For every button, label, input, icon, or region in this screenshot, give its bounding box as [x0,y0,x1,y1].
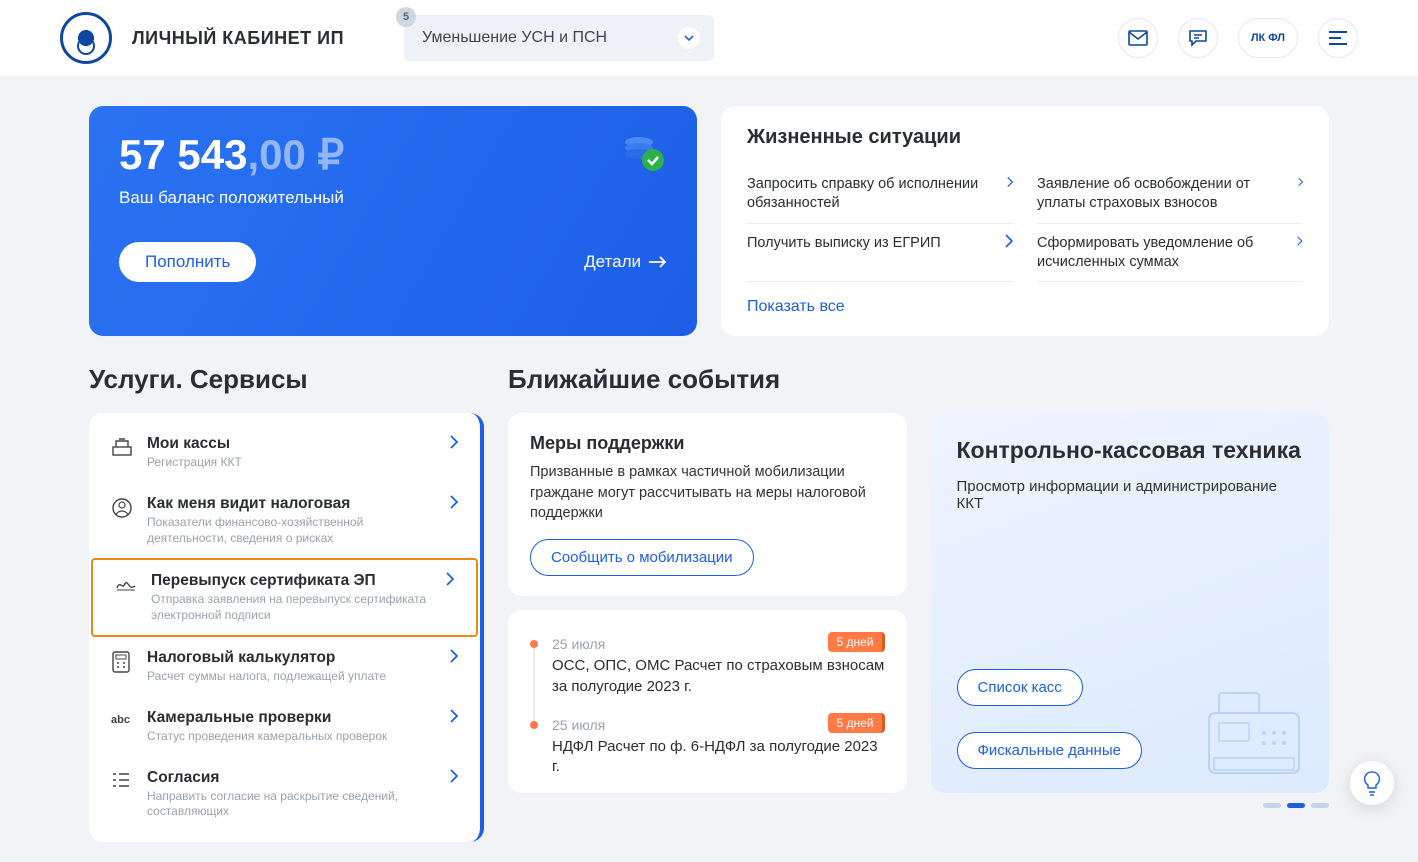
coins-icon [621,128,669,181]
chevron-right-icon [450,649,458,663]
chat-button[interactable] [1178,18,1218,58]
services-heading: Услуги. Сервисы [89,364,484,395]
carousel-pager [931,803,1330,808]
header: ЛИЧНЫЙ КАБИНЕТ ИП 5 Уменьшение УСН и ПСН… [0,0,1418,76]
balance-status: Ваш баланс положительный [119,188,667,208]
timeline-item[interactable]: 25 июля ОСС, ОПС, ОМС Расчет по страховы… [530,626,885,707]
svg-text:abc: abc [111,714,130,726]
kkt-card: Контрольно-кассовая техника Просмотр инф… [931,413,1330,793]
kkt-title: Контрольно-кассовая техника [957,437,1304,464]
chevron-right-icon [1298,175,1303,189]
balance-card: 57 543,00 ₽ Ваш баланс положительный Поп… [89,106,697,336]
app-title: ЛИЧНЫЙ КАБИНЕТ ИП [132,28,344,49]
measures-card: Меры поддержки Призванные в рамках части… [508,413,907,596]
service-perevypusk-sertifikata[interactable]: Перевыпуск сертификата ЭПОтправка заявле… [91,558,478,637]
kkt-illustration [1189,673,1319,783]
top-dropdown[interactable]: 5 Уменьшение УСН и ПСН [404,15,714,61]
menu-icon [1329,31,1347,45]
details-link[interactable]: Детали [584,252,667,272]
kkt-text: Просмотр информации и администрирование … [957,478,1304,623]
dropdown-badge: 5 [396,7,416,27]
pager-dot[interactable] [1311,803,1329,808]
service-kameralnye-proverki[interactable]: abc Камеральные проверкиСтатус проведени… [89,697,480,757]
chevron-right-icon [450,495,458,509]
measures-text: Призванные в рамках частичной мобилизаци… [530,462,885,523]
kkt-fiscal-button[interactable]: Фискальные данные [957,732,1142,769]
lk-fl-button[interactable]: ЛК ФЛ [1238,18,1298,58]
mail-button[interactable] [1118,18,1158,58]
situations-card: Жизненные ситуации Запросить справку об … [721,106,1329,336]
arrow-right-icon [649,256,667,268]
services-card: Мои кассыРегистрация ККТ Как меня видит … [89,413,484,841]
chat-icon [1188,29,1208,47]
service-moi-kassy[interactable]: Мои кассыРегистрация ККТ [89,423,480,483]
lightbulb-icon [1361,770,1383,796]
service-soglasiya[interactable]: СогласияНаправить согласие на раскрытие … [89,757,480,832]
topup-button[interactable]: Пополнить [119,242,256,282]
service-kak-vidit-nalogovaya[interactable]: Как меня видит налоговаяПоказатели финан… [89,483,480,558]
pager-dot[interactable] [1287,803,1305,808]
chevron-down-icon [678,27,700,49]
cash-register-icon [111,437,133,462]
timeline-dot [530,640,538,648]
events-heading: Ближайшие события [508,364,1329,395]
dropdown-label: Уменьшение УСН и ПСН [422,29,607,46]
calculator-icon [111,651,133,678]
mail-icon [1128,30,1148,46]
timeline-card: 25 июля ОСС, ОПС, ОМС Расчет по страховы… [508,610,907,793]
balance-amount: 57 543,00 ₽ [119,132,667,178]
timeline-item[interactable]: 25 июля НДФЛ Расчет по ф. 6-НДФЛ за полу… [530,707,885,788]
signature-icon [115,574,137,597]
situation-item[interactable]: Сформировать уведомление об исчисленных … [1037,224,1303,283]
chevron-right-icon [450,769,458,783]
timeline-dot [530,721,538,729]
pager-dot[interactable] [1263,803,1281,808]
mobilization-button[interactable]: Сообщить о мобилизации [530,539,754,576]
event-text: ОСС, ОПС, ОМС Расчет по страховым взноса… [552,656,885,697]
chevron-right-icon [1007,175,1013,189]
days-badge: 5 дней [828,632,884,652]
days-badge: 5 дней [828,713,884,733]
situation-item[interactable]: Заявление об освобождении от уплаты стра… [1037,165,1303,224]
chevron-right-icon [450,435,458,449]
chevron-right-icon [446,572,454,586]
situation-item[interactable]: Получить выписку из ЕГРИП [747,224,1013,283]
chevron-right-icon [1005,234,1013,248]
show-all-link[interactable]: Показать все [747,298,845,316]
situations-title: Жизненные ситуации [747,126,1303,149]
list-icon [111,771,133,794]
help-button[interactable] [1350,761,1394,805]
fns-logo [60,12,112,64]
service-nalogovyj-kalkulyator[interactable]: Налоговый калькуляторРасчет суммы налога… [89,637,480,697]
measures-title: Меры поддержки [530,433,885,454]
chevron-right-icon [450,709,458,723]
event-text: НДФЛ Расчет по ф. 6-НДФЛ за полугодие 20… [552,737,885,778]
kkt-list-button[interactable]: Список касс [957,669,1083,706]
abc-icon: abc [111,711,133,732]
person-icon [111,497,133,524]
menu-button[interactable] [1318,18,1358,58]
situation-item[interactable]: Запросить справку об исполнении обязанно… [747,165,1013,224]
chevron-right-icon [1297,234,1303,248]
